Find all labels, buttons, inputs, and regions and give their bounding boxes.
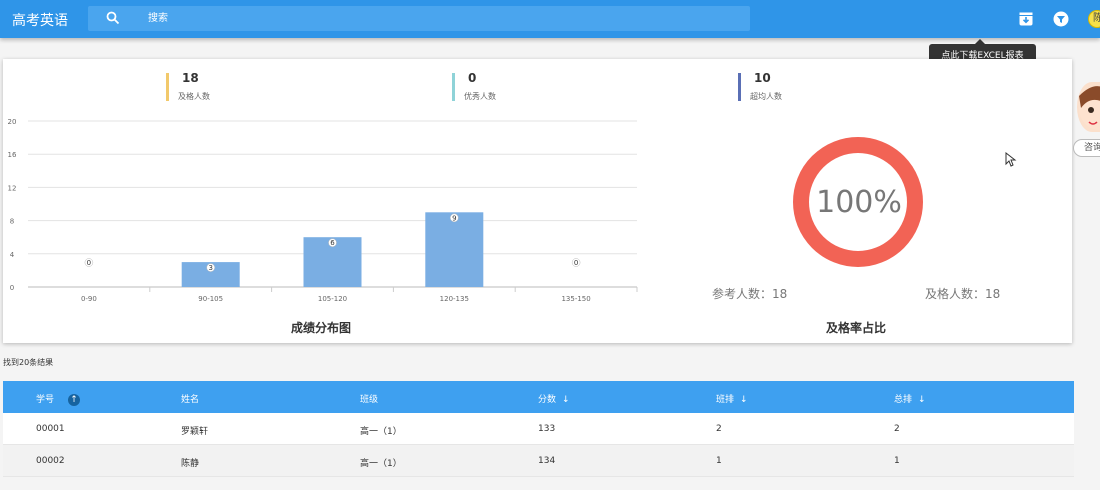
stats-card: 18 及格人数 0 优秀人数 10 超均人数 0 4 8 12 16 20 0-90 0 90-… bbox=[3, 59, 1072, 343]
header-score[interactable]: 分数 ↓ bbox=[538, 392, 570, 405]
header-name[interactable]: 姓名 bbox=[181, 392, 199, 405]
header-score-label: 分数 bbox=[538, 395, 557, 405]
assistant-avatar-icon[interactable] bbox=[1077, 82, 1100, 132]
header-total-rank[interactable]: 总排 ↓ bbox=[894, 392, 926, 405]
cell-total-rank: 2 bbox=[894, 424, 900, 434]
table-row[interactable]: 00001 罗颖轩 高一（1） 133 2 2 bbox=[3, 413, 1074, 445]
x-tick-label: 90-105 bbox=[198, 295, 223, 303]
donut-center-label: 100% bbox=[816, 185, 902, 220]
passed-count: 及格人数：18 bbox=[925, 287, 1001, 301]
cell-student-id: 00002 bbox=[36, 456, 65, 466]
score-table: 学号 ↑ 姓名 班级 分数 ↓ 班排 ↓ 总排 ↓ 00001 罗颖轩 高一（1） 13… bbox=[3, 381, 1074, 477]
download-icon[interactable] bbox=[1018, 11, 1034, 27]
search-box[interactable] bbox=[88, 6, 750, 31]
x-tick-label: 135-150 bbox=[561, 295, 590, 303]
cell-class-rank: 1 bbox=[716, 456, 722, 466]
data-label: 6 bbox=[330, 239, 335, 247]
bar-chart-title: 成绩分布图 bbox=[291, 321, 352, 335]
header-total-rank-label: 总排 bbox=[894, 395, 913, 405]
sort-up-icon[interactable]: ↑ bbox=[68, 393, 81, 406]
data-label: 0 bbox=[87, 259, 91, 267]
sort-down-icon[interactable]: ↓ bbox=[918, 395, 926, 405]
y-tick-label: 20 bbox=[8, 118, 17, 126]
data-label: 9 bbox=[452, 214, 456, 222]
cell-name: 陈静 bbox=[181, 459, 200, 469]
sort-down-icon[interactable]: ↓ bbox=[740, 395, 748, 405]
cell-student-id: 00001 bbox=[36, 424, 65, 434]
table-header: 学号 ↑ 姓名 班级 分数 ↓ 班排 ↓ 总排 ↓ bbox=[3, 381, 1074, 413]
consult-button[interactable]: 咨询 bbox=[1073, 139, 1100, 157]
table-row[interactable]: 00002 陈静 高一（1） 134 1 1 bbox=[3, 445, 1074, 477]
header-class-rank[interactable]: 班排 ↓ bbox=[716, 392, 748, 405]
y-tick-label: 4 bbox=[10, 251, 15, 259]
y-tick-label: 16 bbox=[8, 151, 17, 159]
score-distribution-chart: 0 4 8 12 16 20 0-90 0 90-105 3 105-120 6 120-135 9 135… bbox=[8, 118, 638, 303]
bar bbox=[425, 212, 484, 287]
cell-class: 高一（1） bbox=[360, 459, 402, 469]
header-class[interactable]: 班级 bbox=[360, 392, 378, 405]
x-tick-label: 105-120 bbox=[318, 295, 347, 303]
header-student-id[interactable]: 学号 ↑ bbox=[36, 392, 81, 406]
stat-above-average-value: 10 bbox=[754, 71, 771, 85]
y-tick-label: 0 bbox=[10, 284, 14, 292]
user-avatar[interactable]: 陈 bbox=[1088, 10, 1100, 28]
cell-class: 高一（1） bbox=[360, 427, 402, 437]
donut-chart-title: 及格率占比 bbox=[826, 321, 887, 335]
stat-above-average-bar bbox=[738, 73, 741, 101]
stat-above-average-label: 超均人数 bbox=[750, 92, 782, 101]
sort-down-icon[interactable]: ↓ bbox=[562, 395, 570, 405]
cell-class-rank: 2 bbox=[716, 424, 722, 434]
y-tick-label: 12 bbox=[8, 184, 17, 192]
cell-score: 133 bbox=[538, 424, 556, 434]
search-input[interactable] bbox=[148, 6, 728, 31]
result-count: 找到20条结果 bbox=[3, 358, 54, 367]
mouse-cursor-icon bbox=[1005, 152, 1017, 167]
stat-above-average: 10 超均人数 bbox=[738, 71, 782, 102]
participants-count: 参考人数：18 bbox=[712, 287, 788, 301]
top-bar: 高考英语 陈 bbox=[0, 0, 1100, 38]
cell-name: 罗颖轩 bbox=[181, 427, 209, 437]
filter-icon[interactable] bbox=[1053, 11, 1069, 27]
x-tick-label: 120-135 bbox=[440, 295, 469, 303]
search-icon bbox=[106, 11, 120, 25]
data-label: 3 bbox=[208, 264, 212, 272]
header-student-id-label: 学号 bbox=[36, 395, 55, 405]
cell-total-rank: 1 bbox=[894, 456, 900, 466]
y-tick-label: 8 bbox=[10, 218, 14, 226]
cell-score: 134 bbox=[538, 456, 556, 466]
header-class-rank-label: 班排 bbox=[716, 395, 735, 405]
app-title: 高考英语 bbox=[12, 13, 68, 29]
data-label: 0 bbox=[574, 259, 578, 267]
x-tick-label: 0-90 bbox=[81, 295, 97, 303]
